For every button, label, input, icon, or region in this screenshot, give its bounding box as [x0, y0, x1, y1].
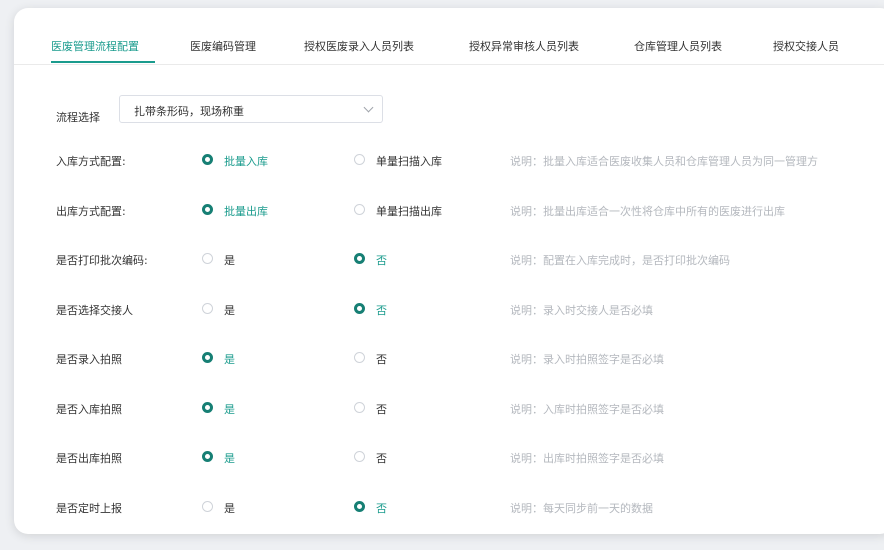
tab-authorized-audit-staff[interactable]: 授权异常审核人员列表 [469, 38, 579, 54]
radio-option-label: 是 [224, 304, 235, 317]
setting-label: 是否入库拍照 [56, 403, 122, 416]
radio-checked-icon[interactable] [202, 352, 213, 363]
radio-unchecked-icon[interactable] [354, 352, 365, 363]
setting-row: 是否选择交接人 是 否 说明：录入时交接人是否必填 [14, 299, 884, 319]
setting-label: 是否录入拍照 [56, 353, 122, 366]
setting-label: 是否定时上报 [56, 502, 122, 515]
radio-option-label: 是 [224, 452, 235, 465]
radio-option-label: 是 [224, 502, 235, 515]
radio-option-label: 批量入库 [224, 155, 268, 168]
setting-description: 说明：批量入库适合医废收集人员和仓库管理人员为同一管理方 [510, 155, 818, 168]
setting-label: 是否出库拍照 [56, 452, 122, 465]
radio-unchecked-icon[interactable] [354, 402, 365, 413]
radio-checked-icon[interactable] [202, 204, 213, 215]
radio-option-label: 否 [376, 304, 387, 317]
radio-checked-icon[interactable] [354, 253, 365, 264]
setting-description: 说明：配置在入库完成时，是否打印批次编码 [510, 254, 730, 267]
setting-label: 是否打印批次编码: [56, 254, 148, 267]
setting-row: 是否打印批次编码: 是 否 说明：配置在入库完成时，是否打印批次编码 [14, 249, 884, 269]
radio-unchecked-icon[interactable] [354, 154, 365, 165]
radio-option-label: 否 [376, 254, 387, 267]
radio-unchecked-icon[interactable] [202, 303, 213, 314]
setting-row: 是否入库拍照 是 否 说明：入库时拍照签字是否必填 [14, 398, 884, 418]
radio-checked-icon[interactable] [202, 451, 213, 462]
radio-checked-icon[interactable] [354, 501, 365, 512]
radio-checked-icon[interactable] [202, 402, 213, 413]
radio-checked-icon[interactable] [202, 154, 213, 165]
setting-row: 出库方式配置: 批量出库 单量扫描出库 说明：批量出库适合一次性将仓库中所有的医废进行… [14, 200, 884, 220]
radio-option-label: 否 [376, 353, 387, 366]
radio-unchecked-icon[interactable] [202, 253, 213, 264]
radio-option-label: 否 [376, 502, 387, 515]
tab-bar: 医废管理流程配置 医废编码管理 授权医废录入人员列表 授权异常审核人员列表 仓库… [14, 8, 884, 65]
setting-description: 说明：录入时拍照签字是否必填 [510, 353, 664, 366]
setting-description: 说明：每天同步前一天的数据 [510, 502, 653, 515]
radio-option-label: 是 [224, 353, 235, 366]
radio-unchecked-icon[interactable] [354, 451, 365, 462]
radio-option-label: 是 [224, 403, 235, 416]
settings-card: 医废管理流程配置 医废编码管理 授权医废录入人员列表 授权异常审核人员列表 仓库… [14, 8, 884, 534]
setting-label: 出库方式配置: [56, 205, 126, 218]
tab-authorized-entry-staff[interactable]: 授权医废录入人员列表 [304, 38, 414, 54]
flow-select[interactable]: 扎带条形码，现场称重 [119, 95, 383, 123]
radio-option-label: 单量扫描出库 [376, 205, 442, 218]
flow-select-label: 流程选择 [56, 111, 100, 124]
setting-row: 入库方式配置: 批量入库 单量扫描入库 说明：批量入库适合医废收集人员和仓库管理人员为… [14, 150, 884, 170]
setting-row: 是否录入拍照 是 否 说明：录入时拍照签字是否必填 [14, 348, 884, 368]
tab-waste-flow-config[interactable]: 医废管理流程配置 [51, 38, 139, 54]
active-tab-indicator [51, 61, 155, 63]
setting-description: 说明：入库时拍照签字是否必填 [510, 403, 664, 416]
radio-option-label: 否 [376, 403, 387, 416]
tab-waste-code-management[interactable]: 医废编码管理 [190, 38, 256, 54]
setting-row: 是否定时上报 是 否 说明：每天同步前一天的数据 [14, 497, 884, 517]
radio-option-label: 批量出库 [224, 205, 268, 218]
tab-authorized-handover-staff[interactable]: 授权交接人员 [773, 38, 839, 54]
setting-label: 是否选择交接人 [56, 304, 133, 317]
radio-option-label: 是 [224, 254, 235, 267]
setting-description: 说明：批量出库适合一次性将仓库中所有的医废进行出库 [510, 205, 785, 218]
chevron-down-icon [363, 102, 374, 113]
setting-description: 说明：录入时交接人是否必填 [510, 304, 653, 317]
radio-unchecked-icon[interactable] [202, 501, 213, 512]
radio-option-label: 单量扫描入库 [376, 155, 442, 168]
radio-unchecked-icon[interactable] [354, 204, 365, 215]
radio-option-label: 否 [376, 452, 387, 465]
flow-select-value: 扎带条形码，现场称重 [134, 105, 244, 118]
setting-row: 是否出库拍照 是 否 说明：出库时拍照签字是否必填 [14, 447, 884, 467]
setting-description: 说明：出库时拍照签字是否必填 [510, 452, 664, 465]
setting-label: 入库方式配置: [56, 155, 126, 168]
tab-warehouse-staff[interactable]: 仓库管理人员列表 [634, 38, 722, 54]
radio-checked-icon[interactable] [354, 303, 365, 314]
